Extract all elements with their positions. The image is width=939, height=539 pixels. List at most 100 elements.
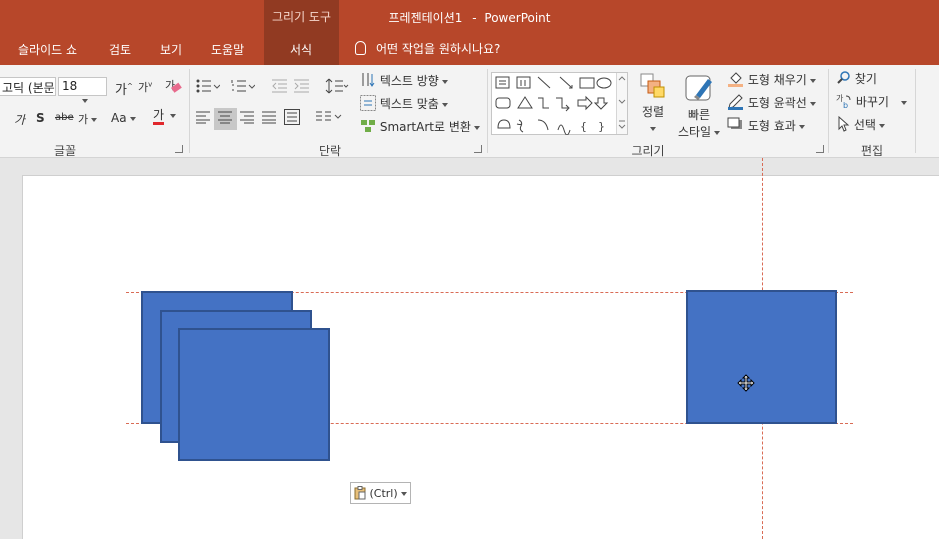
group-divider [487,69,488,153]
move-cursor-icon [737,374,755,392]
decrease-indent-button[interactable] [272,79,288,96]
char-spacing-button[interactable]: 가 [78,111,98,127]
line-spacing-icon [325,78,349,94]
increase-font-button[interactable]: 가^ [115,79,133,98]
strikethrough-button[interactable]: abe [55,112,74,123]
chevron-down-icon [400,492,407,496]
columns-icon [316,111,342,121]
chevron-down-icon [441,102,448,107]
arrange-button[interactable]: 정렬 [639,73,667,134]
text-direction-label: 텍스트 방향 [379,74,439,88]
rectangle-shape-dragged[interactable] [686,290,837,424]
decrease-font-button[interactable]: 가v [138,79,152,95]
align-right-icon [240,111,254,124]
chevron-down-icon [809,78,816,83]
char-spacing-icon: 가 [78,113,89,126]
group-divider [189,69,190,153]
arrange-label: 정렬 [641,105,665,119]
line-spacing-button[interactable] [325,78,349,97]
shape-fill-button[interactable]: 도형 채우기 [727,70,816,88]
bullets-button[interactable] [196,79,221,96]
arrange-icon [640,73,665,98]
align-text-button[interactable]: 텍스트 맞춤 [360,95,448,112]
font-name-combo[interactable]: 고딕 (본문 [0,77,56,96]
align-text-icon [360,95,376,111]
outdent-icon [272,79,287,93]
tab-view[interactable]: 보기 [160,41,182,58]
font-size-value: 18 [62,79,78,93]
tab-help[interactable]: 도움말 [211,41,244,58]
title-separator: - [472,11,477,25]
tab-format[interactable]: 서식 [290,41,312,58]
eraser-icon: 가 [165,79,182,93]
chevron-down-icon [878,123,885,128]
smartart-label: SmartArt로 변환 [379,120,471,134]
font-color-icon: 가 [153,108,165,125]
increase-font-icon: 가 [115,83,127,98]
change-case-icon: Aa [111,111,127,125]
shape-effects-button[interactable]: 도형 효과 [727,116,805,134]
window-title: 프레젠테이션1 - PowerPoint [0,9,939,26]
replace-icon: 가b [836,94,851,110]
find-label: 찾기 [854,72,877,86]
tell-me-box[interactable]: 어떤 작업을 원하시나요? [355,40,500,57]
quick-styles-label-2: 스타일 [676,123,722,140]
shapes-grid-icon: { } [495,76,612,135]
gallery-scrollbar[interactable] [616,73,627,134]
shape-outline-button[interactable]: 도형 윤곽선 [727,93,816,111]
shadow-button[interactable]: S [36,111,45,125]
align-left-button[interactable] [196,111,211,127]
shapes-gallery[interactable]: { } [491,72,628,135]
tab-slideshow[interactable]: 슬라이드 쇼 [18,41,77,58]
decrease-font-icon: 가 [138,81,149,94]
app-name: PowerPoint [484,11,551,25]
paragraph-dialog-launcher[interactable] [474,145,482,153]
font-color-button[interactable]: 가 [153,108,177,125]
shape-fill-label: 도형 채우기 [747,73,807,87]
align-left-icon [196,111,210,124]
align-center-button[interactable] [214,108,237,130]
paste-options-button[interactable]: (Ctrl) [350,482,411,504]
replace-label: 바꾸기 [855,95,889,109]
distributed-button[interactable] [284,109,300,128]
ribbon: 고딕 (본문 18 가^ 가v 가 가 S abe 가 Aa 가 글꼴 텍스트 … [0,65,939,158]
gallery-scroll-arrows-icon [618,76,626,129]
chevron-down-icon [129,116,136,121]
italic-button[interactable]: 가 [14,111,25,128]
font-group-label: 글꼴 [53,144,77,158]
quick-styles-icon [685,75,712,101]
change-case-button[interactable]: Aa [111,111,136,125]
justify-button[interactable] [262,111,277,127]
drawing-dialog-launcher[interactable] [816,145,824,153]
pointer-icon [838,115,850,132]
numbering-button[interactable] [231,79,256,96]
svg-text:{: { [580,120,587,133]
drawing-group-label: 그리기 [631,144,665,158]
chevron-down-icon [82,98,88,103]
chevron-down-icon [650,126,656,131]
paragraph-group-label: 단락 [318,144,342,158]
font-dialog-launcher[interactable] [175,145,183,153]
editing-group-label: 편집 [860,144,884,158]
text-direction-button[interactable]: 텍스트 방향 [360,72,448,89]
chevron-down-icon [170,113,177,118]
find-button[interactable]: 찾기 [837,70,877,87]
quick-styles-button[interactable]: 빠른 스타일 [676,73,722,140]
search-icon [837,71,850,84]
clear-formatting-button[interactable]: 가 [164,77,182,98]
increase-indent-button[interactable] [294,79,310,96]
pen-outline-icon [728,94,743,110]
rectangle-shape-3[interactable] [178,328,330,461]
convert-to-smartart-button[interactable]: SmartArt로 변환 [360,118,480,135]
chevron-down-icon [798,124,805,129]
replace-button[interactable]: 가b 바꾸기 [836,93,907,110]
columns-button[interactable] [316,111,342,127]
tell-me-label: 어떤 작업을 원하시나요? [376,42,501,56]
select-button[interactable]: 선택 [838,115,885,133]
align-right-button[interactable] [240,111,255,127]
indent-icon [294,79,309,93]
ribbon-tab-row: 슬라이드 쇼 검토 보기 도움말 어떤 작업을 원하시나요? [0,33,939,65]
tab-review[interactable]: 검토 [109,41,131,58]
font-size-combo[interactable]: 18 [58,77,107,103]
justify-icon [262,111,276,124]
